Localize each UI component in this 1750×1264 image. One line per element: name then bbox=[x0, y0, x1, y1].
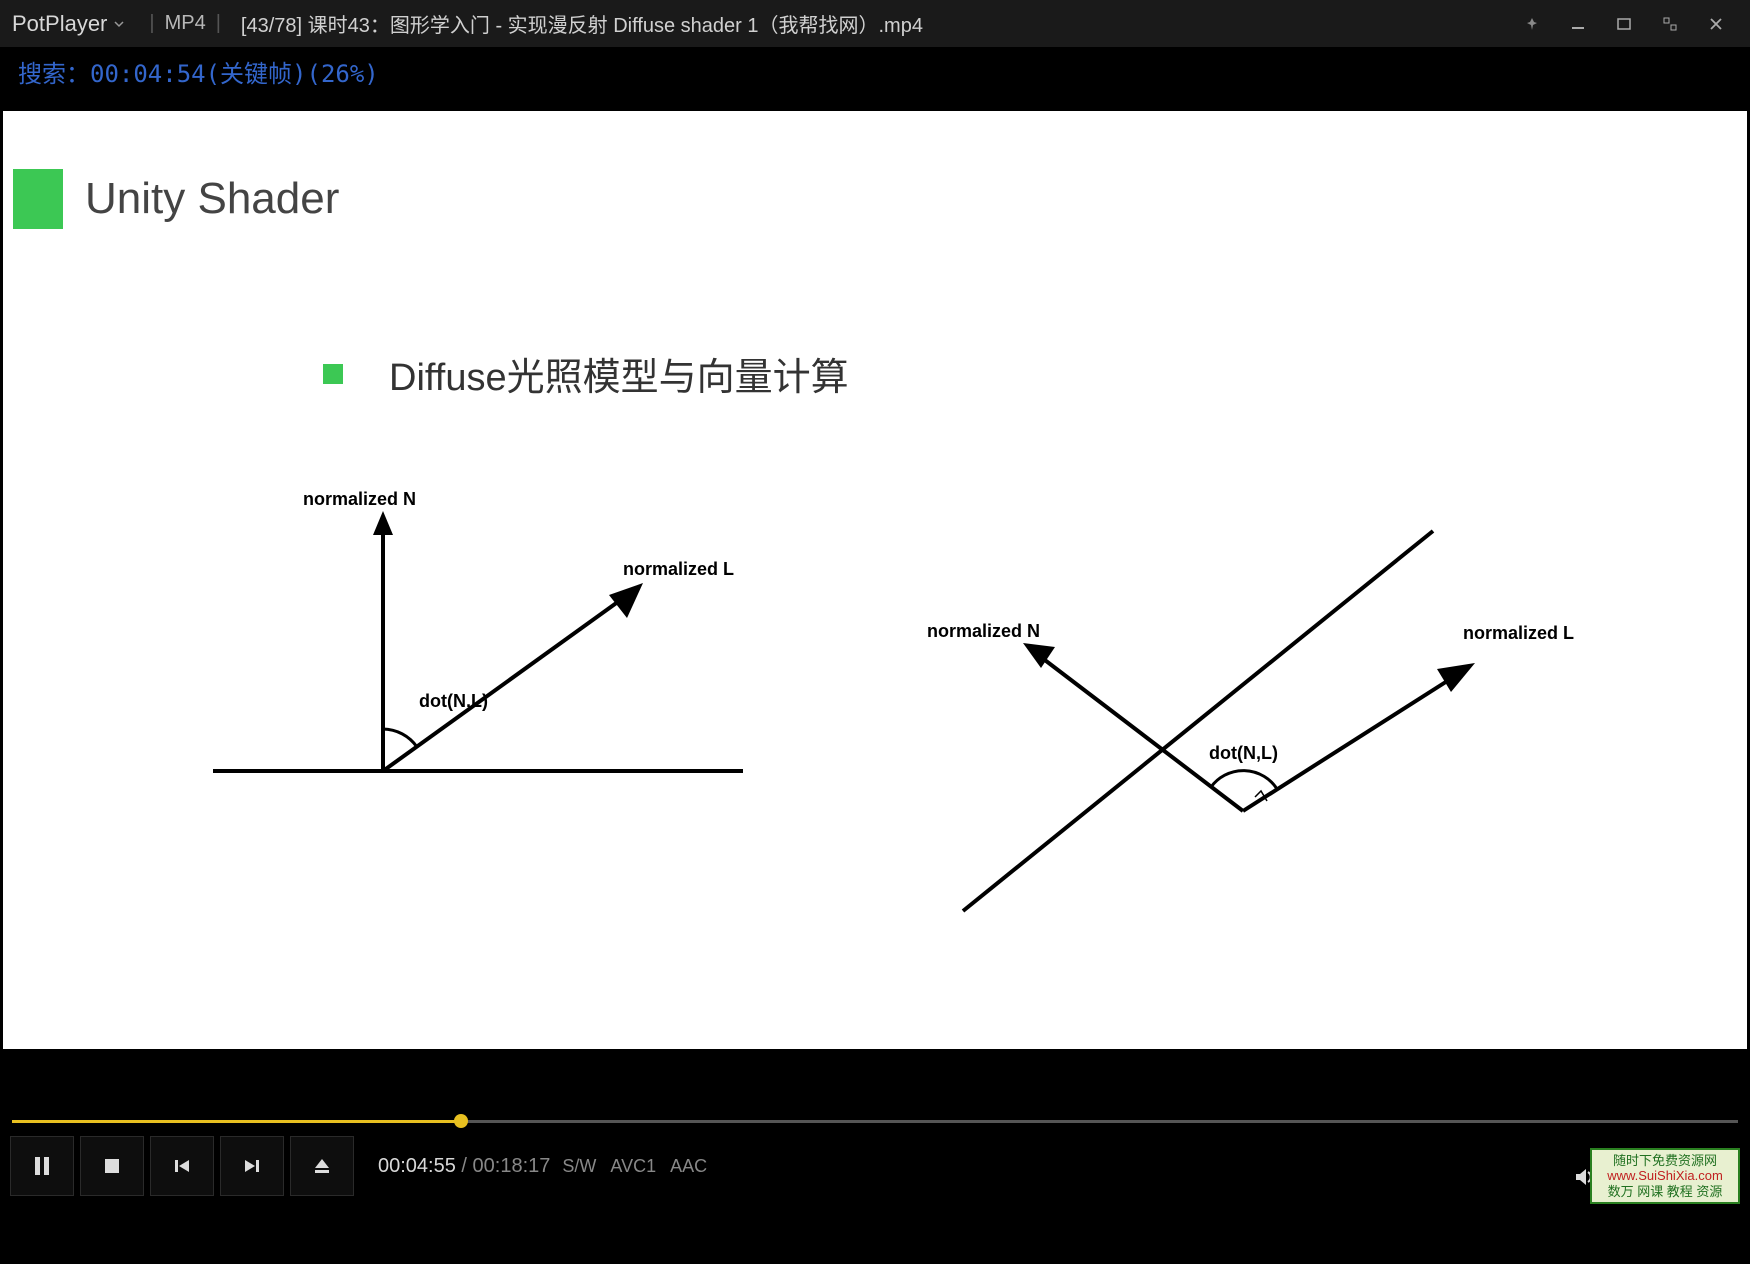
label-normalized-n: normalized N bbox=[303, 489, 416, 510]
time-display: 00:04:55 / 00:18:17 bbox=[378, 1155, 550, 1178]
green-bullet-icon bbox=[323, 364, 343, 384]
diagram-right: normalized N normalized L dot(N,L) bbox=[903, 491, 1583, 931]
vector-diagram-slant bbox=[903, 491, 1583, 931]
stop-button[interactable] bbox=[80, 1136, 144, 1196]
titlebar: PotPlayer | MP4 | [43/78] 课时43：图形学入门 - 实… bbox=[0, 0, 1750, 48]
slide-header: Unity Shader bbox=[13, 169, 339, 229]
vector-diagram-flat bbox=[203, 471, 763, 801]
watermark-line3: 数万 网课 教程 资源 bbox=[1608, 1184, 1723, 1200]
pin-icon bbox=[1524, 16, 1540, 32]
minimize-button[interactable] bbox=[1556, 4, 1600, 44]
diagram-left: normalized N normalized L dot(N,L) bbox=[203, 471, 763, 801]
progress-thumb[interactable] bbox=[454, 1114, 468, 1128]
eject-button[interactable] bbox=[290, 1136, 354, 1196]
app-name-label: PotPlayer bbox=[12, 11, 107, 37]
codec-info: S/W AVC1 AAC bbox=[562, 1156, 707, 1177]
pause-button[interactable] bbox=[10, 1136, 74, 1196]
label-normalized-n-right: normalized N bbox=[927, 621, 1040, 642]
status-text: 搜索：00:04:54(关键帧)(26%) bbox=[18, 60, 379, 88]
label-normalized-l-right: normalized L bbox=[1463, 623, 1574, 644]
label-dot-right: dot(N,L) bbox=[1209, 743, 1278, 764]
label-normalized-l: normalized L bbox=[623, 559, 734, 580]
separator: | bbox=[149, 12, 154, 35]
watermark-line1: 随时下免费资源网 bbox=[1613, 1153, 1717, 1169]
current-time: 00:04:55 bbox=[378, 1155, 456, 1177]
video-area[interactable]: Unity Shader Diffuse光照模型与向量计算 normalized… bbox=[0, 92, 1750, 1068]
label-dot: dot(N,L) bbox=[419, 691, 488, 712]
watermark: 随时下免费资源网 www.SuiShiXia.com 数万 网课 教程 资源 bbox=[1590, 1148, 1740, 1204]
pause-icon bbox=[32, 1155, 52, 1177]
status-line: 搜索：00:04:54(关键帧)(26%) bbox=[0, 48, 1750, 92]
prev-button[interactable] bbox=[150, 1136, 214, 1196]
slide-title: Unity Shader bbox=[85, 174, 339, 224]
fullscreen-icon bbox=[1662, 16, 1678, 32]
fullscreen-button[interactable] bbox=[1648, 4, 1692, 44]
close-icon bbox=[1708, 16, 1724, 32]
progress-filled bbox=[12, 1120, 461, 1123]
separator: | bbox=[216, 12, 221, 35]
prev-icon bbox=[172, 1156, 192, 1176]
renderer-badge: S/W bbox=[562, 1156, 596, 1177]
audio-codec-badge: AAC bbox=[670, 1156, 707, 1177]
file-title: [43/78] 课时43：图形学入门 - 实现漫反射 Diffuse shade… bbox=[241, 9, 923, 38]
format-badge: MP4 bbox=[165, 12, 206, 35]
minimize-icon bbox=[1570, 16, 1586, 32]
slide-subtitle: Diffuse光照模型与向量计算 bbox=[389, 346, 849, 401]
green-square-icon bbox=[13, 169, 63, 229]
video-codec-badge: AVC1 bbox=[610, 1156, 656, 1177]
slide-content: Unity Shader Diffuse光照模型与向量计算 normalized… bbox=[3, 111, 1747, 1049]
watermark-line2: www.SuiShiXia.com bbox=[1607, 1168, 1723, 1184]
close-button[interactable] bbox=[1694, 4, 1738, 44]
app-menu[interactable]: PotPlayer bbox=[12, 11, 125, 37]
maximize-button[interactable] bbox=[1602, 4, 1646, 44]
chevron-down-icon bbox=[113, 18, 125, 30]
duration-time: 00:18:17 bbox=[473, 1155, 551, 1177]
next-button[interactable] bbox=[220, 1136, 284, 1196]
maximize-icon bbox=[1616, 16, 1632, 32]
playback-controls: 00:04:55 / 00:18:17 S/W AVC1 AAC 360˚ 3D bbox=[0, 1126, 1750, 1206]
pin-button[interactable] bbox=[1510, 4, 1554, 44]
next-icon bbox=[242, 1156, 262, 1176]
stop-icon bbox=[102, 1156, 122, 1176]
eject-icon bbox=[312, 1156, 332, 1176]
slide-sub-header: Diffuse光照模型与向量计算 bbox=[323, 346, 849, 401]
progress-bar[interactable] bbox=[12, 1116, 1738, 1126]
window-controls bbox=[1510, 4, 1738, 44]
